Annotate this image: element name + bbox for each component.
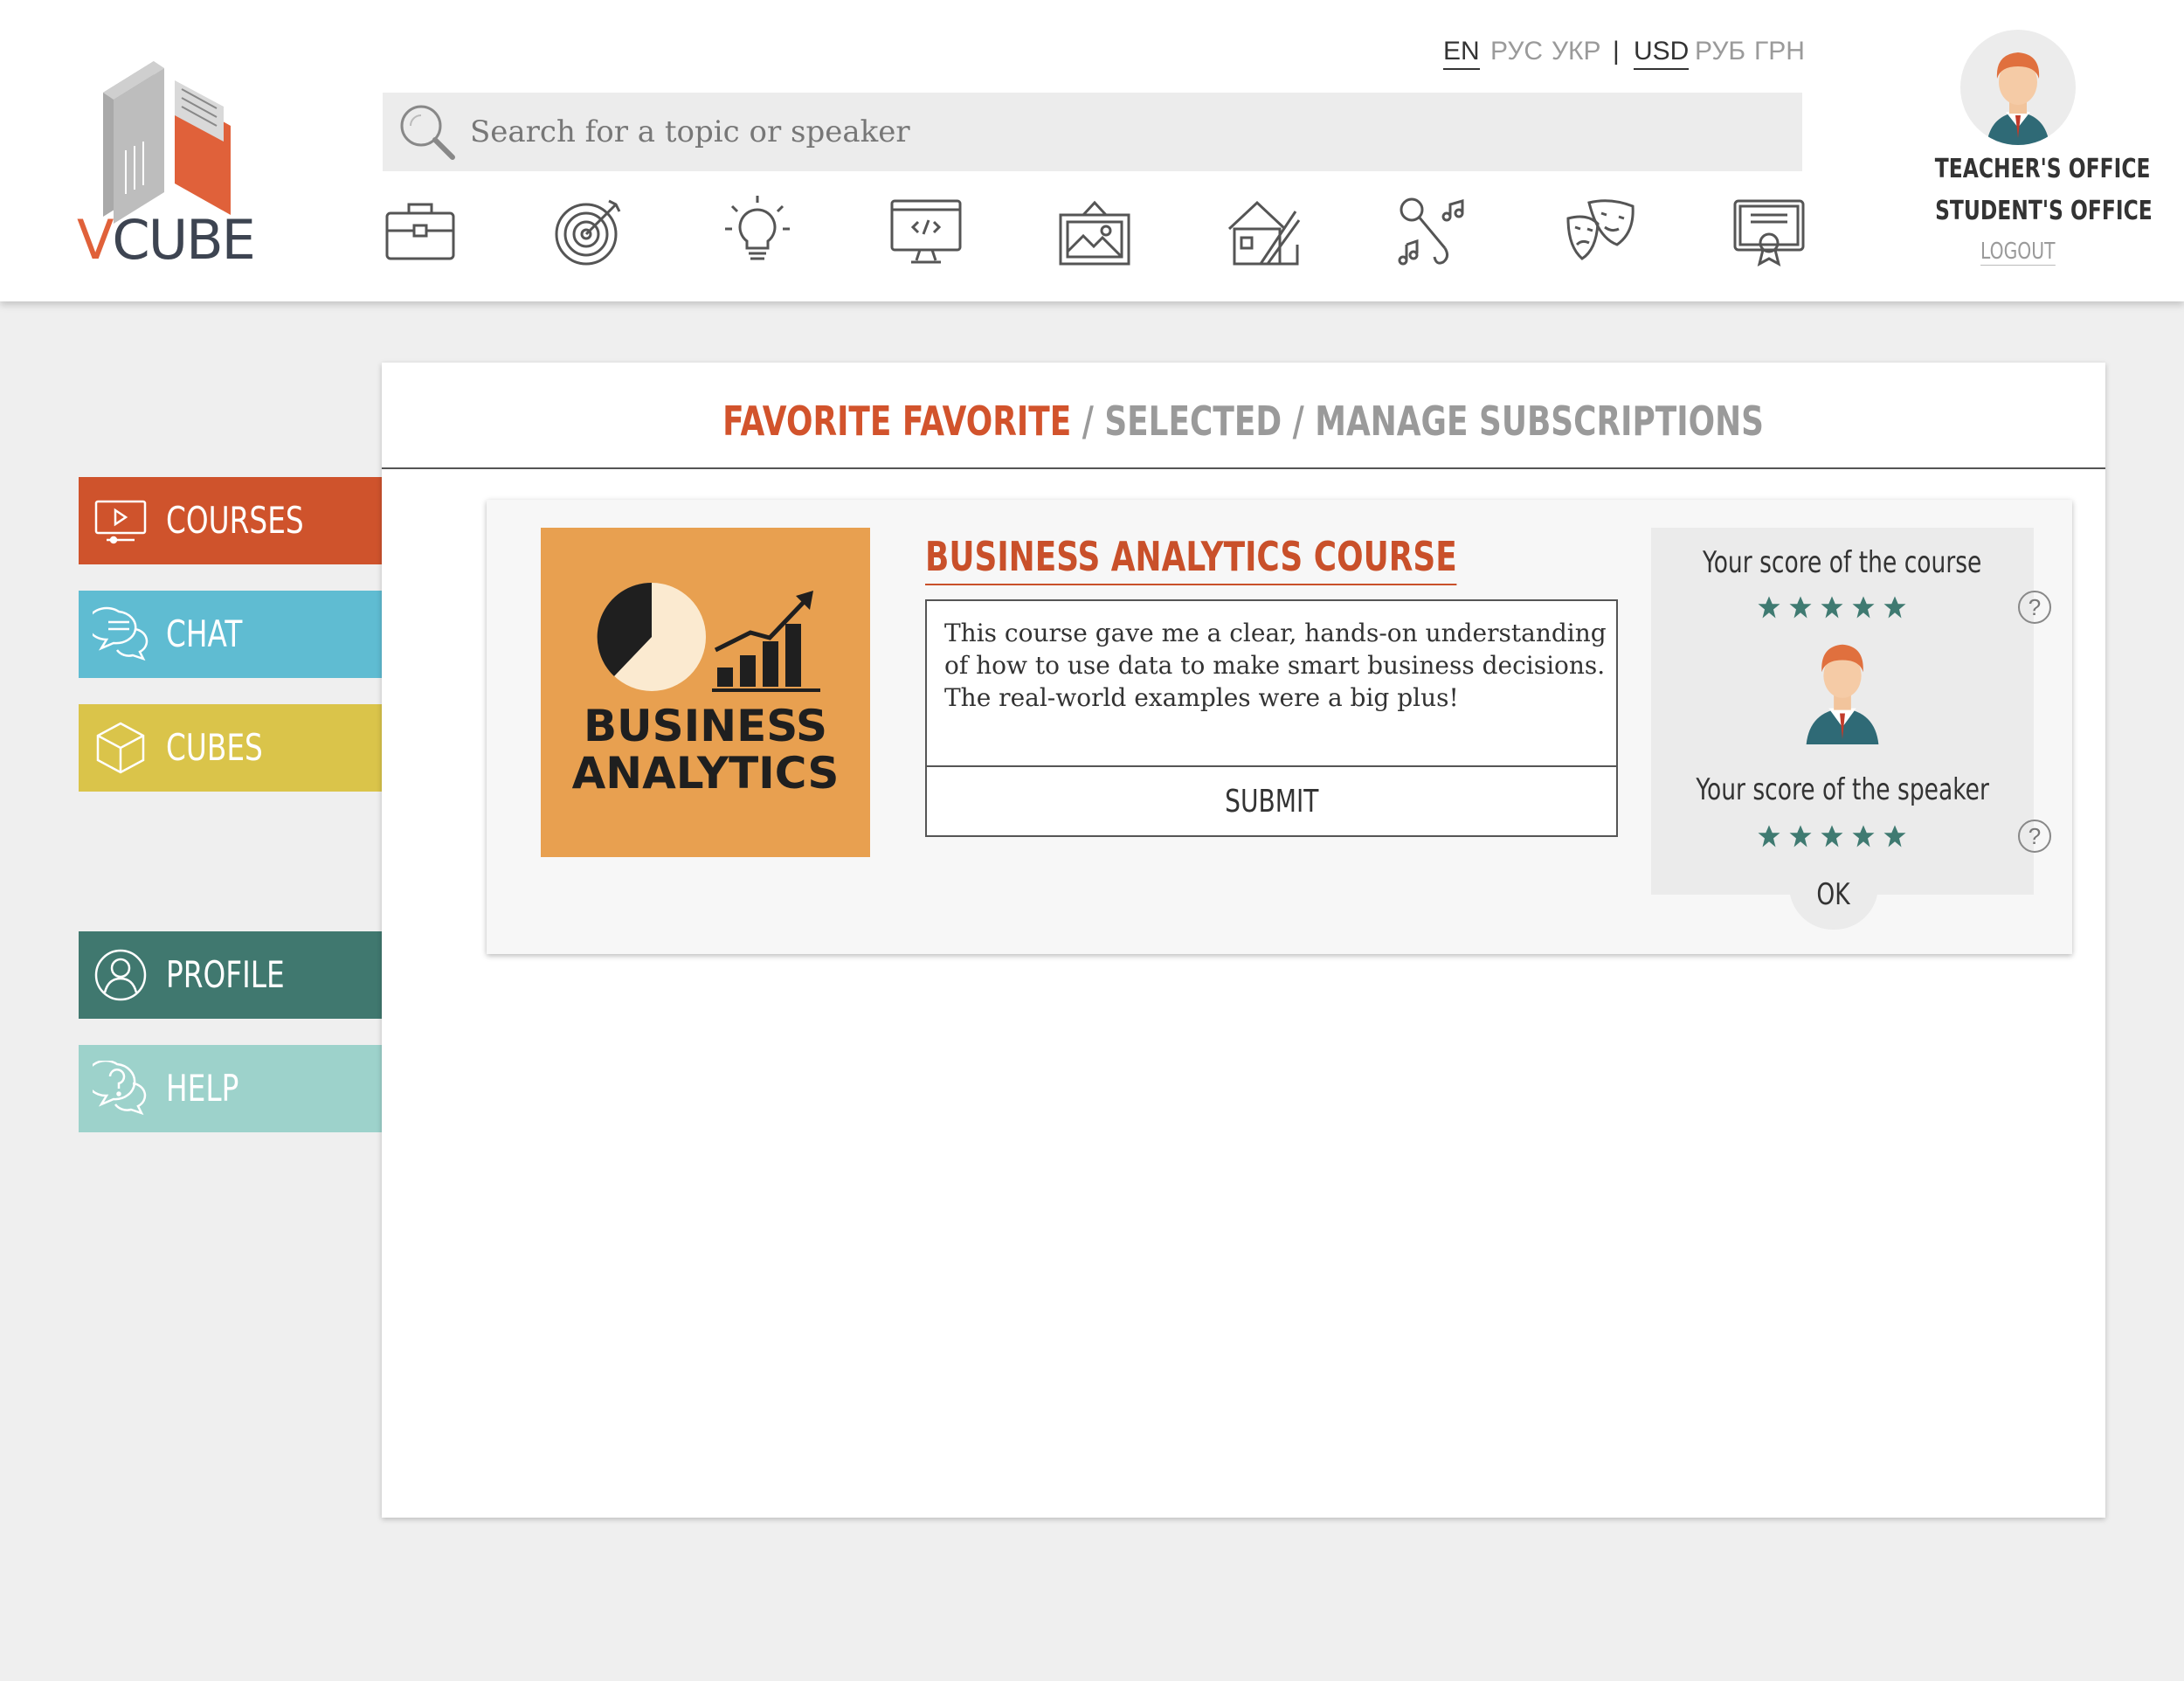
star-icon[interactable] (1819, 594, 1845, 620)
tab-manage-subscriptions[interactable]: MANAGE SUBSCRIPTIONS (1316, 398, 1765, 445)
star-icon[interactable] (1819, 823, 1845, 849)
video-monitor-icon (94, 500, 147, 544)
speaker-score-label: Your score of the speaker (1696, 772, 1989, 807)
cube-icon (96, 722, 145, 774)
lang-en[interactable]: EN (1443, 37, 1480, 70)
sidebar-label-chat: CHAT (166, 612, 243, 655)
chat-bubbles-icon (93, 606, 149, 661)
review-text[interactable]: This course gave me a clear, hands-on un… (944, 617, 1608, 714)
divider: | (1613, 37, 1620, 66)
sidebar-label-profile: PROFILE (166, 953, 285, 996)
help-icon[interactable]: ? (2018, 820, 2051, 853)
tab-separator: / (1293, 398, 1305, 445)
painting-icon[interactable] (1057, 194, 1132, 269)
student-office-link[interactable]: STUDENT'S OFFICE (1904, 196, 2153, 226)
speaker-avatar (1806, 644, 1879, 744)
certificate-icon[interactable] (1731, 194, 1807, 269)
star-icon[interactable] (1882, 594, 1908, 620)
star-icon[interactable] (1850, 823, 1876, 849)
logo-letters-cube: CUBE (112, 208, 255, 272)
course-score-label: Your score of the course (1703, 545, 1982, 580)
currency-rub[interactable]: РУБ (1695, 37, 1745, 66)
course-image-caption: BUSINESS ANALYTICS (571, 701, 840, 799)
course-card: BUSINESS ANALYTICS BUSINESS ANALYTICS CO… (487, 500, 2072, 954)
course-title[interactable]: BUSINESS ANALYTICS COURSE (925, 533, 1607, 585)
star-icon[interactable] (1756, 594, 1782, 620)
tab-bar: FAVORITE FAVORITE / SELECTED / MANAGE SU… (382, 398, 2105, 450)
lightbulb-icon[interactable] (720, 194, 795, 269)
logo-letter-v: V (77, 208, 114, 272)
code-monitor-icon[interactable] (888, 194, 964, 269)
logout-link[interactable]: LOGOUT (1904, 238, 2132, 266)
main-panel: FAVORITE FAVORITE / SELECTED / MANAGE SU… (382, 363, 2105, 1518)
tab-separator: / (1082, 398, 1095, 445)
rating-panel: Your score of the course ? Your score of… (1651, 528, 2051, 895)
sidebar-item-cubes[interactable]: CUBES (79, 704, 382, 792)
review-textarea[interactable]: This course gave me a clear, hands-on un… (925, 599, 1618, 765)
sidebar-label-courses: COURSES (166, 499, 304, 542)
user-icon (94, 949, 147, 1001)
currency-usd[interactable]: USD (1634, 37, 1690, 70)
growth-chart-icon (712, 591, 820, 692)
star-icon[interactable] (1787, 594, 1814, 620)
star-icon[interactable] (1882, 823, 1908, 849)
search-input[interactable] (470, 93, 1780, 171)
user-avatar[interactable] (1960, 30, 2076, 145)
star-icon[interactable] (1787, 823, 1814, 849)
sidebar-label-cubes: CUBES (166, 726, 263, 769)
lang-uk[interactable]: УКР (1552, 37, 1601, 66)
tab-favorite[interactable]: FAVORITE FAVORITE (723, 398, 1072, 445)
sidebar-item-courses[interactable]: COURSES (79, 477, 531, 564)
sidebar-label-help: HELP (166, 1067, 239, 1110)
tab-divider (382, 467, 2105, 469)
tab-selected[interactable]: SELECTED (1105, 398, 1282, 445)
course-image[interactable]: BUSINESS ANALYTICS (541, 528, 870, 857)
architecture-icon[interactable] (1226, 194, 1301, 269)
speaker-star-rating[interactable]: ? (1756, 820, 2051, 858)
sidebar-item-help[interactable]: HELP (79, 1045, 382, 1132)
briefcase-icon[interactable] (383, 194, 458, 269)
teacher-office-link[interactable]: TEACHER'S OFFICE (1904, 154, 2151, 184)
header: VCUBE EN РУС УКР | USD РУБ ГРН Search fo… (0, 0, 2184, 301)
currency-uah[interactable]: ГРН (1754, 37, 1805, 66)
music-icon[interactable] (1394, 194, 1469, 269)
target-icon[interactable] (551, 194, 626, 269)
sidebar-item-profile[interactable]: PROFILE (79, 931, 382, 1019)
search-bar (383, 93, 1802, 171)
ok-button[interactable]: OK (1789, 860, 1878, 930)
course-star-rating[interactable]: ? (1756, 591, 2051, 629)
logo-wordmark: VCUBE (77, 213, 256, 267)
star-icon[interactable] (1850, 594, 1876, 620)
search-icon[interactable] (395, 100, 458, 163)
sidebar-item-chat[interactable]: CHAT (79, 591, 382, 678)
theater-masks-icon[interactable] (1563, 194, 1638, 269)
lang-ru[interactable]: РУС (1490, 37, 1543, 66)
help-icon[interactable]: ? (2018, 591, 2051, 624)
pie-chart-icon (597, 582, 706, 691)
star-icon[interactable] (1756, 823, 1782, 849)
submit-button[interactable]: SUBMIT (925, 765, 1618, 837)
question-bubble-icon (93, 1061, 147, 1116)
